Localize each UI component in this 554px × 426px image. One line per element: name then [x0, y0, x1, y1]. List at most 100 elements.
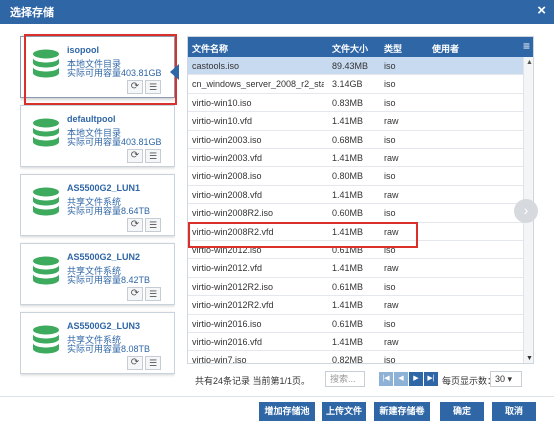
file-type-cell: iso — [384, 245, 396, 255]
storage-pool-list: isopool 本地文件目录 实际可用容量403.81GB ⟳ ☰ defaultpool… — [20, 32, 175, 387]
table-row[interactable]: virtio-win2008.iso 0.80MB iso — [188, 167, 524, 186]
table-row[interactable]: virtio-win2012R2.iso 0.61MB iso — [188, 278, 524, 297]
database-icon — [33, 325, 59, 354]
table-row[interactable]: virtio-win2008R2.iso 0.60MB iso — [188, 204, 524, 223]
column-header-type[interactable]: 类型 — [384, 42, 402, 55]
list-icon[interactable]: ☰ — [145, 287, 161, 301]
selection-arrow-icon — [170, 64, 179, 80]
search-input[interactable]: 搜索... — [325, 371, 365, 387]
file-name-cell: virtio-win2012R2.vfd — [192, 300, 274, 311]
file-name-cell: virtio-win2003.vfd — [192, 153, 263, 163]
list-icon[interactable]: ☰ — [145, 149, 161, 163]
file-name-cell: virtio-win10.vfd — [192, 116, 253, 127]
file-type-cell: raw — [384, 116, 399, 127]
file-table: 文件名称 文件大小 类型 使用者 ≡ castools.iso 89.43MB is… — [187, 36, 534, 364]
dialog-footer: 增加存储池 上传文件 新建存储卷 确定 取消 — [0, 396, 554, 426]
table-row[interactable]: virtio-win7.iso 0.82MB iso — [188, 351, 524, 364]
refresh-icon[interactable]: ⟳ — [127, 80, 143, 94]
file-name-cell: virtio-win2012R2.iso — [192, 281, 274, 292]
file-name-cell: virtio-win2008R2.vfd — [192, 226, 274, 237]
file-type-cell: iso — [384, 79, 396, 90]
list-icon[interactable]: ☰ — [145, 218, 161, 232]
refresh-icon[interactable]: ⟳ — [127, 149, 143, 163]
list-icon[interactable]: ☰ — [145, 356, 161, 370]
table-row[interactable]: virtio-win10.iso 0.83MB iso — [188, 94, 524, 113]
file-table-header: 文件名称 文件大小 类型 使用者 ≡ — [188, 37, 533, 57]
file-name-cell: virtio-win2008.iso — [192, 171, 262, 182]
prev-page-button[interactable]: ◀ — [394, 372, 408, 386]
file-type-cell: raw — [384, 189, 399, 200]
database-icon — [33, 256, 59, 285]
table-row[interactable]: virtio-win2012.vfd 1.41MB raw — [188, 259, 524, 278]
file-size-cell: 1.41MB — [332, 189, 364, 200]
pool-name: defaultpool — [67, 114, 116, 124]
database-icon — [33, 118, 59, 147]
pool-capacity: 实际可用容量8.42TB — [67, 275, 151, 285]
file-type-cell: raw — [384, 153, 399, 163]
refresh-icon[interactable]: ⟳ — [127, 287, 143, 301]
file-type-cell: iso — [384, 208, 396, 219]
file-type-cell: raw — [384, 226, 399, 237]
scroll-down-icon[interactable]: ▼ — [526, 355, 533, 362]
table-row[interactable]: virtio-win10.vfd 1.41MB raw — [188, 112, 524, 131]
file-size-cell: 3.14GB — [332, 79, 363, 90]
cancel-button[interactable]: 取消 — [492, 402, 536, 421]
pool-name: isopool — [67, 45, 99, 55]
table-row[interactable]: virtio-win2008.vfd 1.41MB raw — [188, 186, 524, 205]
file-name-cell: cn_windows_server_2008_r2_sta… — [192, 79, 324, 90]
dialog-titlebar: 选择存储 × — [0, 0, 554, 24]
storage-pool-card[interactable]: defaultpool 本地文件目录 实际可用容量403.81GB ⟳ ☰ — [20, 105, 175, 167]
upload-file-button[interactable]: 上传文件 — [322, 402, 366, 421]
file-size-cell: 0.60MB — [332, 208, 364, 219]
table-row[interactable]: virtio-win2016.iso 0.61MB iso — [188, 315, 524, 333]
next-page-button[interactable]: ▶ — [409, 372, 423, 386]
file-size-cell: 0.80MB — [332, 171, 364, 182]
file-size-cell: 1.41MB — [332, 116, 364, 127]
column-header-size[interactable]: 文件大小 — [332, 42, 368, 55]
new-volume-button[interactable]: 新建存储卷 — [374, 402, 430, 421]
table-row[interactable]: castools.iso 89.43MB iso — [188, 57, 524, 76]
file-size-cell: 89.43MB — [332, 61, 369, 71]
column-header-user[interactable]: 使用者 — [432, 42, 459, 55]
close-icon[interactable]: × — [537, 2, 546, 20]
refresh-icon[interactable]: ⟳ — [127, 218, 143, 232]
column-header-name[interactable]: 文件名称 — [192, 42, 228, 55]
pool-name: AS5500G2_LUN1 — [67, 183, 141, 193]
file-name-cell: virtio-win10.iso — [192, 97, 252, 108]
table-row[interactable]: virtio-win2012.iso 0.61MB iso — [188, 241, 524, 260]
file-size-cell: 1.41MB — [332, 337, 364, 347]
refresh-icon[interactable]: ⟳ — [127, 356, 143, 370]
first-page-button[interactable]: |◀ — [379, 372, 393, 386]
table-row[interactable]: virtio-win2012R2.vfd 1.41MB raw — [188, 296, 524, 315]
pool-capacity: 实际可用容量8.64TB — [67, 206, 151, 216]
file-type-cell: raw — [384, 263, 399, 274]
ok-button[interactable]: 确定 — [440, 402, 484, 421]
file-type-cell: iso — [384, 355, 396, 364]
table-row[interactable]: virtio-win2003.iso 0.68MB iso — [188, 131, 524, 149]
file-size-cell: 0.61MB — [332, 281, 364, 292]
add-pool-button[interactable]: 增加存储池 — [259, 402, 315, 421]
column-menu-icon[interactable]: ≡ — [523, 39, 530, 53]
storage-pool-card[interactable]: isopool 本地文件目录 实际可用容量403.81GB ⟳ ☰ — [20, 36, 175, 98]
table-row[interactable]: cn_windows_server_2008_r2_sta… 3.14GB iso — [188, 75, 524, 94]
storage-pool-card[interactable]: AS5500G2_LUN1 共享文件系统 实际可用容量8.64TB ⟳ ☰ — [20, 174, 175, 236]
file-size-cell: 0.61MB — [332, 245, 364, 255]
file-type-cell: iso — [384, 97, 396, 108]
next-page-circle-icon[interactable]: › — [514, 199, 538, 223]
file-size-cell: 0.83MB — [332, 97, 364, 108]
pagination-bar: 共有24条记录 当前第1/1页。 搜索... |◀ ◀ ▶ ▶| 每页显示数： … — [187, 369, 534, 389]
per-page-select[interactable]: 30 ▾ — [490, 371, 522, 387]
pool-capacity: 实际可用容量403.81GB — [67, 137, 162, 147]
list-icon[interactable]: ☰ — [145, 80, 161, 94]
pool-capacity: 实际可用容量403.81GB — [67, 68, 162, 78]
file-type-cell: raw — [384, 337, 399, 347]
table-row[interactable]: virtio-win2016.vfd 1.41MB raw — [188, 333, 524, 352]
storage-pool-card[interactable]: AS5500G2_LUN3 共享文件系统 实际可用容量8.08TB ⟳ ☰ — [20, 312, 175, 374]
last-page-button[interactable]: ▶| — [424, 372, 438, 386]
table-row[interactable]: virtio-win2003.vfd 1.41MB raw — [188, 149, 524, 168]
file-size-cell: 1.41MB — [332, 153, 364, 163]
scroll-up-icon[interactable]: ▲ — [526, 59, 533, 66]
file-type-cell: iso — [384, 281, 396, 292]
storage-pool-card[interactable]: AS5500G2_LUN2 共享文件系统 实际可用容量8.42TB ⟳ ☰ — [20, 243, 175, 305]
table-row[interactable]: virtio-win2008R2.vfd 1.41MB raw — [188, 223, 524, 241]
